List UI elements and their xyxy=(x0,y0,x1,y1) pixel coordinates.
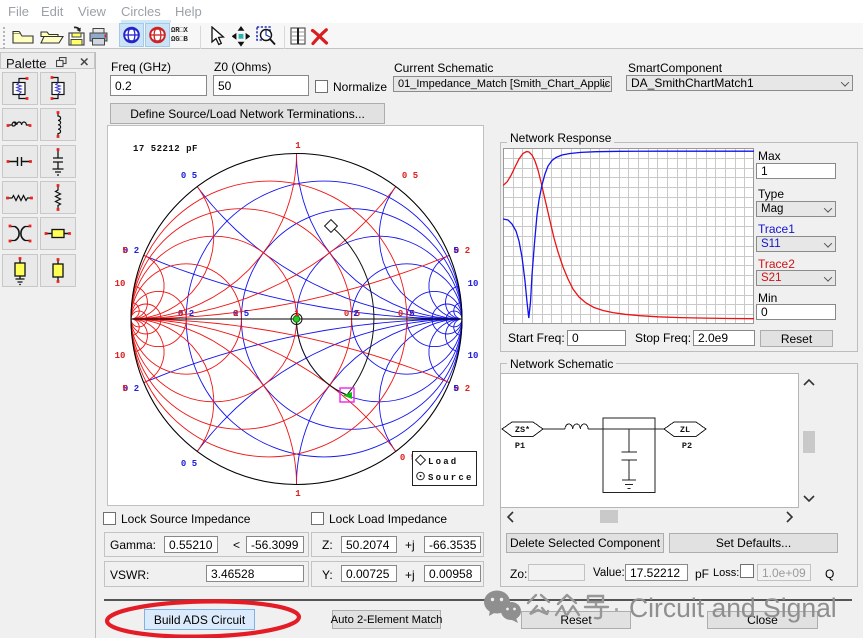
svg-text:5: 5 xyxy=(453,384,458,394)
svg-text:ZL: ZL xyxy=(680,425,690,435)
svg-text:17 52212 pF: 17 52212 pF xyxy=(133,144,198,154)
svg-text:5: 5 xyxy=(409,309,414,319)
svg-text:0 5: 0 5 xyxy=(181,459,197,469)
svg-text:10: 10 xyxy=(115,279,126,289)
svg-text:1: 1 xyxy=(294,309,300,319)
svg-text:ZS*: ZS* xyxy=(515,425,530,435)
svg-text:10: 10 xyxy=(115,351,126,361)
svg-text:1: 1 xyxy=(295,489,301,499)
svg-text:5: 5 xyxy=(178,309,183,319)
svg-text:0 5: 0 5 xyxy=(181,171,197,181)
svg-text:5: 5 xyxy=(122,246,127,256)
svg-text:2: 2 xyxy=(233,309,238,319)
svg-text:10: 10 xyxy=(468,279,479,289)
svg-text:P1: P1 xyxy=(515,441,525,451)
svg-text:5: 5 xyxy=(453,246,458,256)
svg-text:5: 5 xyxy=(122,384,127,394)
svg-text:1: 1 xyxy=(295,141,301,151)
svg-text:Load: Load xyxy=(428,457,458,467)
svg-text:2: 2 xyxy=(353,309,358,319)
svg-text:10: 10 xyxy=(468,351,479,361)
svg-text:0 5: 0 5 xyxy=(402,171,418,181)
svg-text:P2: P2 xyxy=(682,441,692,451)
svg-text:Source: Source xyxy=(428,473,474,483)
